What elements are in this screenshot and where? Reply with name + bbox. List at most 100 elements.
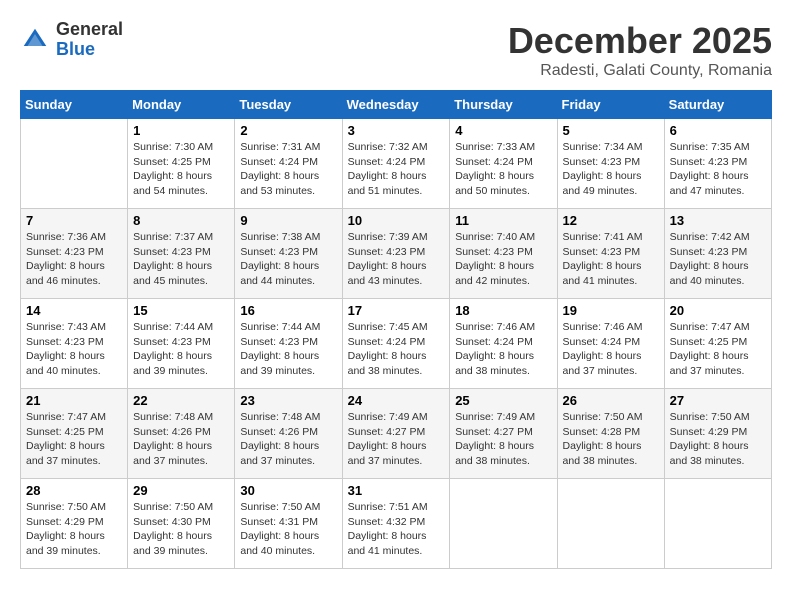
day-number: 18 (455, 303, 551, 318)
day-cell: 16 Sunrise: 7:44 AM Sunset: 4:23 PM Dayli… (235, 299, 342, 389)
header-cell-tuesday: Tuesday (235, 91, 342, 119)
day-info: Sunrise: 7:51 AM Sunset: 4:32 PM Dayligh… (348, 500, 445, 559)
day-number: 11 (455, 213, 551, 228)
day-number: 7 (26, 213, 122, 228)
day-info: Sunrise: 7:46 AM Sunset: 4:24 PM Dayligh… (563, 320, 659, 379)
day-cell: 24 Sunrise: 7:49 AM Sunset: 4:27 PM Dayli… (342, 389, 450, 479)
day-info: Sunrise: 7:42 AM Sunset: 4:23 PM Dayligh… (670, 230, 766, 289)
day-cell: 30 Sunrise: 7:50 AM Sunset: 4:31 PM Dayli… (235, 479, 342, 569)
day-info: Sunrise: 7:38 AM Sunset: 4:23 PM Dayligh… (240, 230, 336, 289)
day-cell: 23 Sunrise: 7:48 AM Sunset: 4:26 PM Dayli… (235, 389, 342, 479)
day-number: 4 (455, 123, 551, 138)
day-info: Sunrise: 7:34 AM Sunset: 4:23 PM Dayligh… (563, 140, 659, 199)
day-cell: 27Sunrise: 7:50 AM Sunset: 4:29 PM Dayli… (664, 389, 771, 479)
day-number: 22 (133, 393, 229, 408)
day-info: Sunrise: 7:50 AM Sunset: 4:28 PM Dayligh… (563, 410, 659, 469)
header-cell-friday: Friday (557, 91, 664, 119)
day-cell (664, 479, 771, 569)
day-cell: 7 Sunrise: 7:36 AM Sunset: 4:23 PM Daylig… (21, 209, 128, 299)
day-info: Sunrise: 7:49 AM Sunset: 4:27 PM Dayligh… (455, 410, 551, 469)
calendar-body: 1 Sunrise: 7:30 AM Sunset: 4:25 PM Daylig… (21, 119, 772, 569)
day-number: 26 (563, 393, 659, 408)
day-number: 21 (26, 393, 122, 408)
day-info: Sunrise: 7:39 AM Sunset: 4:23 PM Dayligh… (348, 230, 445, 289)
day-info: Sunrise: 7:44 AM Sunset: 4:23 PM Dayligh… (240, 320, 336, 379)
logo: General Blue (20, 20, 123, 60)
day-number: 8 (133, 213, 229, 228)
header-cell-wednesday: Wednesday (342, 91, 450, 119)
day-info: Sunrise: 7:31 AM Sunset: 4:24 PM Dayligh… (240, 140, 336, 199)
day-number: 9 (240, 213, 336, 228)
day-cell: 5Sunrise: 7:34 AM Sunset: 4:23 PM Daylig… (557, 119, 664, 209)
header-cell-thursday: Thursday (450, 91, 557, 119)
day-cell: 13 Sunrise: 7:42 AM Sunset: 4:23 PM Dayli… (664, 209, 771, 299)
day-cell: 4 Sunrise: 7:33 AM Sunset: 4:24 PM Daylig… (450, 119, 557, 209)
day-info: Sunrise: 7:45 AM Sunset: 4:24 PM Dayligh… (348, 320, 445, 379)
header-cell-monday: Monday (128, 91, 235, 119)
day-info: Sunrise: 7:44 AM Sunset: 4:23 PM Dayligh… (133, 320, 229, 379)
week-row-4: 21Sunrise: 7:47 AM Sunset: 4:25 PM Dayli… (21, 389, 772, 479)
day-cell: 20Sunrise: 7:47 AM Sunset: 4:25 PM Dayli… (664, 299, 771, 389)
header-cell-saturday: Saturday (664, 91, 771, 119)
day-cell: 28 Sunrise: 7:50 AM Sunset: 4:29 PM Dayli… (21, 479, 128, 569)
day-info: Sunrise: 7:50 AM Sunset: 4:29 PM Dayligh… (26, 500, 122, 559)
day-number: 24 (348, 393, 445, 408)
calendar-table: SundayMondayTuesdayWednesdayThursdayFrid… (20, 90, 772, 569)
day-info: Sunrise: 7:41 AM Sunset: 4:23 PM Dayligh… (563, 230, 659, 289)
day-number: 19 (563, 303, 659, 318)
month-title: December 2025 (508, 20, 772, 62)
logo-blue-text: Blue (56, 40, 123, 60)
header-row: SundayMondayTuesdayWednesdayThursdayFrid… (21, 91, 772, 119)
day-cell: 9 Sunrise: 7:38 AM Sunset: 4:23 PM Daylig… (235, 209, 342, 299)
day-number: 23 (240, 393, 336, 408)
day-cell: 1 Sunrise: 7:30 AM Sunset: 4:25 PM Daylig… (128, 119, 235, 209)
header-cell-sunday: Sunday (21, 91, 128, 119)
day-info: Sunrise: 7:50 AM Sunset: 4:31 PM Dayligh… (240, 500, 336, 559)
day-cell: 6Sunrise: 7:35 AM Sunset: 4:23 PM Daylig… (664, 119, 771, 209)
header: General Blue December 2025 Radesti, Gala… (20, 20, 772, 80)
day-cell: 29 Sunrise: 7:50 AM Sunset: 4:30 PM Dayli… (128, 479, 235, 569)
day-info: Sunrise: 7:36 AM Sunset: 4:23 PM Dayligh… (26, 230, 122, 289)
day-cell: 14Sunrise: 7:43 AM Sunset: 4:23 PM Dayli… (21, 299, 128, 389)
day-cell: 12 Sunrise: 7:41 AM Sunset: 4:23 PM Dayli… (557, 209, 664, 299)
calendar-header: SundayMondayTuesdayWednesdayThursdayFrid… (21, 91, 772, 119)
day-info: Sunrise: 7:50 AM Sunset: 4:30 PM Dayligh… (133, 500, 229, 559)
day-cell: 19 Sunrise: 7:46 AM Sunset: 4:24 PM Dayli… (557, 299, 664, 389)
day-number: 28 (26, 483, 122, 498)
day-info: Sunrise: 7:33 AM Sunset: 4:24 PM Dayligh… (455, 140, 551, 199)
week-row-1: 1 Sunrise: 7:30 AM Sunset: 4:25 PM Daylig… (21, 119, 772, 209)
day-info: Sunrise: 7:48 AM Sunset: 4:26 PM Dayligh… (133, 410, 229, 469)
day-cell: 31 Sunrise: 7:51 AM Sunset: 4:32 PM Dayli… (342, 479, 450, 569)
day-number: 30 (240, 483, 336, 498)
day-number: 13 (670, 213, 766, 228)
day-cell: 2 Sunrise: 7:31 AM Sunset: 4:24 PM Daylig… (235, 119, 342, 209)
day-number: 16 (240, 303, 336, 318)
day-info: Sunrise: 7:37 AM Sunset: 4:23 PM Dayligh… (133, 230, 229, 289)
day-number: 2 (240, 123, 336, 138)
day-number: 14 (26, 303, 122, 318)
day-number: 29 (133, 483, 229, 498)
logo-general-text: General (56, 20, 123, 40)
day-number: 15 (133, 303, 229, 318)
day-info: Sunrise: 7:47 AM Sunset: 4:25 PM Dayligh… (670, 320, 766, 379)
day-info: Sunrise: 7:30 AM Sunset: 4:25 PM Dayligh… (133, 140, 229, 199)
day-info: Sunrise: 7:49 AM Sunset: 4:27 PM Dayligh… (348, 410, 445, 469)
week-row-5: 28 Sunrise: 7:50 AM Sunset: 4:29 PM Dayli… (21, 479, 772, 569)
day-cell: 17Sunrise: 7:45 AM Sunset: 4:24 PM Dayli… (342, 299, 450, 389)
day-info: Sunrise: 7:48 AM Sunset: 4:26 PM Dayligh… (240, 410, 336, 469)
day-number: 12 (563, 213, 659, 228)
logo-icon (20, 25, 50, 55)
location-title: Radesti, Galati County, Romania (508, 62, 772, 80)
day-info: Sunrise: 7:35 AM Sunset: 4:23 PM Dayligh… (670, 140, 766, 199)
day-number: 1 (133, 123, 229, 138)
day-cell: 8 Sunrise: 7:37 AM Sunset: 4:23 PM Daylig… (128, 209, 235, 299)
day-cell: 25Sunrise: 7:49 AM Sunset: 4:27 PM Dayli… (450, 389, 557, 479)
day-info: Sunrise: 7:32 AM Sunset: 4:24 PM Dayligh… (348, 140, 445, 199)
day-cell: 11Sunrise: 7:40 AM Sunset: 4:23 PM Dayli… (450, 209, 557, 299)
day-cell: 22 Sunrise: 7:48 AM Sunset: 4:26 PM Dayli… (128, 389, 235, 479)
logo-text: General Blue (56, 20, 123, 60)
day-cell (557, 479, 664, 569)
day-number: 31 (348, 483, 445, 498)
day-cell: 18Sunrise: 7:46 AM Sunset: 4:24 PM Dayli… (450, 299, 557, 389)
day-number: 3 (348, 123, 445, 138)
